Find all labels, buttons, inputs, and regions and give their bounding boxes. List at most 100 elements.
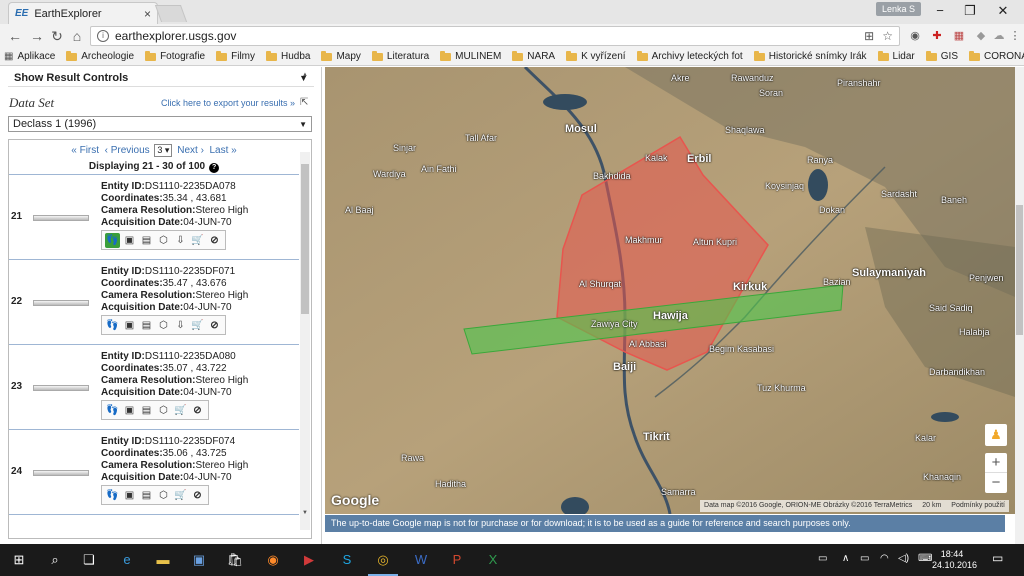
bookmark-folder[interactable]: Fotografie — [145, 50, 205, 62]
next-page-link[interactable]: Next › — [177, 145, 204, 156]
result-thumbnail[interactable] — [33, 300, 89, 306]
skype-icon[interactable]: S — [336, 549, 358, 571]
bookmark-folder[interactable]: MULINEM — [440, 50, 501, 62]
compare-icon[interactable]: ⬡ — [156, 318, 171, 333]
translate-icon[interactable]: ⊞ — [864, 29, 874, 43]
bookmark-apps[interactable]: ▦ Aplikace — [4, 51, 55, 62]
store-icon[interactable]: 🛍 — [224, 549, 246, 571]
scroll-down-arrow-icon[interactable]: ▼ — [300, 510, 310, 518]
metadata-icon[interactable]: ▤ — [139, 233, 154, 248]
browser-tab[interactable]: EE EarthExplorer × — [8, 2, 158, 24]
extension-icon[interactable]: ◉ — [908, 29, 922, 43]
browse-overlay-icon[interactable]: ▣ — [122, 233, 137, 248]
bookmark-folder[interactable]: Historické snímky Irák — [753, 50, 867, 62]
close-window-icon[interactable]: ✕ — [988, 2, 1018, 20]
save-disk-icon[interactable]: ▣ — [188, 549, 210, 571]
bookmark-folder[interactable]: Archeologie — [66, 50, 134, 62]
bookmark-folder[interactable]: GIS — [925, 50, 958, 62]
map-scale[interactable]: 20 km — [922, 500, 941, 512]
map-view[interactable]: Mosul Erbil Kirkuk Sulaymaniyah Tall Afa… — [325, 67, 1015, 514]
volume-icon[interactable]: ◁) — [898, 553, 909, 564]
uk-flag-icon[interactable]: ✚ — [930, 29, 944, 43]
home-icon[interactable]: ⌂ — [68, 27, 86, 45]
firefox-icon[interactable]: ◉ — [262, 549, 284, 571]
tray-chevron-up-icon[interactable]: ∧ — [842, 553, 849, 564]
url-input[interactable]: i earthexplorer.usgs.gov ⊞ ☆ — [90, 26, 900, 46]
footprint-icon[interactable]: 👣 — [105, 318, 120, 333]
help-icon[interactable]: ? — [209, 163, 220, 173]
extension-gray-icon[interactable]: ◆ — [974, 29, 988, 43]
bookmark-folder[interactable]: CORONA — [969, 50, 1024, 62]
minimize-icon[interactable]: − — [925, 2, 955, 20]
maximize-icon[interactable]: ❐ — [955, 2, 985, 20]
compare-icon[interactable]: ⬡ — [156, 403, 171, 418]
results-scroll-thumb[interactable] — [301, 164, 309, 314]
metadata-icon[interactable]: ▤ — [139, 318, 154, 333]
scroll-up-arrow-icon[interactable]: ▲ — [300, 72, 310, 80]
result-thumbnail[interactable] — [33, 385, 89, 391]
download-icon[interactable]: ⇩ — [173, 318, 188, 333]
terms-link[interactable]: Podmínky použití — [951, 500, 1005, 512]
reload-icon[interactable]: ↻ — [48, 27, 66, 45]
search-icon[interactable]: ⌕ — [44, 549, 66, 571]
bookmark-folder[interactable]: Hudba — [266, 50, 310, 62]
file-explorer-icon[interactable]: ▬ — [152, 549, 174, 571]
footprint-icon[interactable]: 👣 — [105, 232, 120, 248]
edge-browser-icon[interactable]: e — [116, 549, 138, 571]
menu-icon[interactable]: ⋮ — [1008, 29, 1022, 43]
exclude-icon[interactable]: ⊘ — [207, 318, 222, 333]
task-view-icon[interactable]: ❏ — [78, 549, 100, 571]
bookmark-star-icon[interactable]: ☆ — [882, 29, 893, 43]
compare-icon[interactable]: ⬡ — [156, 233, 171, 248]
cart-icon[interactable]: 🛒 — [190, 318, 205, 333]
bookmark-folder[interactable]: Archivy leteckých fot — [636, 50, 743, 62]
cart-icon[interactable]: 🛒 — [173, 488, 188, 503]
exclude-icon[interactable]: ⊘ — [207, 233, 222, 248]
cart-icon[interactable]: 🛒 — [173, 403, 188, 418]
bookmark-folder[interactable]: NARA — [512, 50, 555, 62]
word-icon[interactable]: W — [410, 549, 432, 571]
last-page-link[interactable]: Last » — [209, 145, 236, 156]
zoom-out-button[interactable]: − — [985, 473, 1007, 493]
page-select[interactable]: 3 ▾ — [154, 144, 173, 157]
compare-icon[interactable]: ⬡ — [156, 488, 171, 503]
taskbar-clock[interactable]: 18:44 24.10.2016 — [932, 549, 977, 571]
chrome-icon[interactable]: ◎ — [368, 549, 398, 576]
extension-cloud-icon[interactable]: ☁ — [992, 29, 1006, 43]
wifi-icon[interactable]: ◠ — [880, 553, 889, 564]
footprint-icon[interactable]: 👣 — [105, 403, 120, 418]
page-scrollbar[interactable] — [1015, 67, 1024, 544]
powerpoint-icon[interactable]: P — [446, 549, 468, 571]
close-tab-icon[interactable]: × — [144, 7, 151, 21]
show-result-controls-toggle[interactable]: Show Result Controls ▼ — [8, 69, 314, 87]
download-icon[interactable]: ⇩ — [173, 233, 188, 248]
cart-icon[interactable]: 🛒 — [190, 233, 205, 248]
browse-overlay-icon[interactable]: ▣ — [122, 318, 137, 333]
results-scrollbar[interactable] — [300, 152, 310, 530]
browse-overlay-icon[interactable]: ▣ — [122, 403, 137, 418]
metadata-icon[interactable]: ▤ — [139, 488, 154, 503]
notification-icon[interactable]: ▭ — [992, 551, 1003, 565]
back-arrow-icon[interactable]: ← — [6, 27, 24, 45]
network-icon[interactable]: ▭ — [860, 553, 869, 564]
exclude-icon[interactable]: ⊘ — [190, 403, 205, 418]
bookmark-folder[interactable]: Literatura — [371, 50, 429, 62]
extension-red-icon[interactable]: ▦ — [952, 29, 966, 43]
new-tab-button[interactable] — [154, 5, 188, 22]
street-view-pegman-icon[interactable]: ♟ — [985, 424, 1007, 446]
first-page-link[interactable]: « First — [71, 145, 99, 156]
exclude-icon[interactable]: ⊘ — [190, 488, 205, 503]
excel-icon[interactable]: X — [482, 549, 504, 571]
zoom-in-button[interactable]: + — [985, 453, 1007, 473]
info-icon[interactable]: i — [97, 30, 109, 42]
metadata-icon[interactable]: ▤ — [139, 403, 154, 418]
bookmark-folder[interactable]: Mapy — [321, 50, 361, 62]
keyboard-icon[interactable]: ⌨ — [918, 553, 932, 564]
previous-page-link[interactable]: ‹ Previous — [105, 145, 150, 156]
dataset-select[interactable]: Declass 1 (1996) ▼ — [8, 116, 312, 132]
footprint-icon[interactable]: 👣 — [105, 488, 120, 503]
page-scroll-thumb[interactable] — [1016, 205, 1023, 335]
media-player-icon[interactable]: ▶ — [298, 549, 320, 571]
result-thumbnail[interactable] — [33, 215, 89, 221]
tray-app-icon[interactable]: ▭ — [818, 553, 827, 564]
